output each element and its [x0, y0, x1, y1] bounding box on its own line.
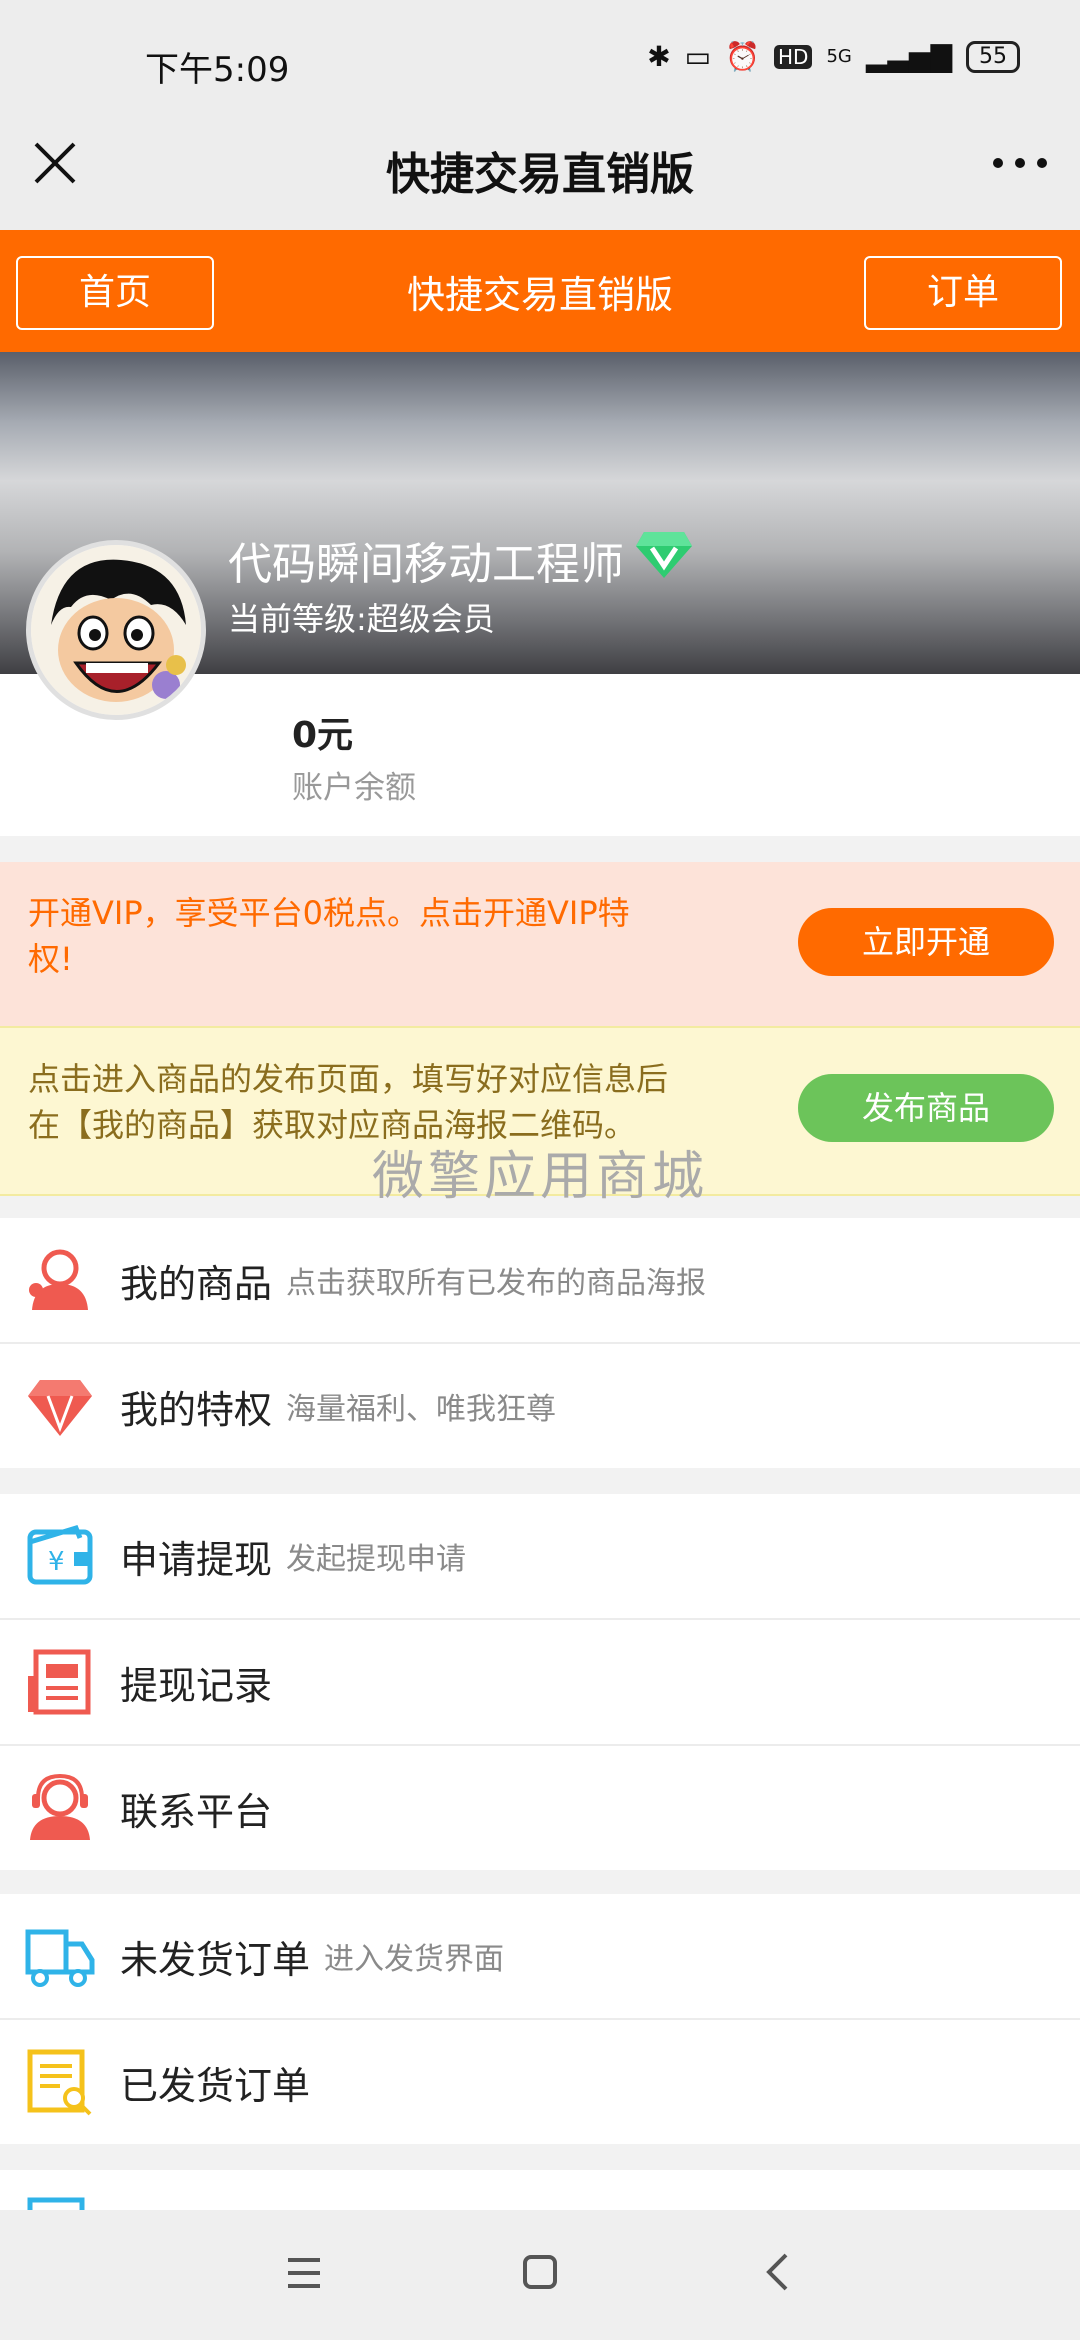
- menu-label: 申请提现: [120, 1537, 273, 1582]
- menu-item-unshipped[interactable]: 未发货订单 进入发货界面: [0, 1894, 1080, 2020]
- list-search-icon: [27, 2049, 92, 2116]
- balance-label: 账户余额: [292, 770, 416, 806]
- menu-label: 已发货订单: [120, 2063, 311, 2108]
- vibrate-icon: ▭: [684, 40, 712, 73]
- publish-goods-button[interactable]: 发布商品: [798, 1074, 1054, 1142]
- menu-sub: 海量福利、唯我狂尊: [286, 1392, 557, 1427]
- menu-label: 我的商品: [120, 1261, 273, 1306]
- menu-item-my-goods[interactable]: 我的商品 点击获取所有已发布的商品海报: [0, 1218, 1080, 1344]
- diamond-icon: [28, 1380, 92, 1436]
- orders-button[interactable]: 订单: [864, 256, 1062, 330]
- avatar[interactable]: [26, 540, 206, 720]
- bluetooth-icon: ✱: [647, 40, 671, 73]
- menu-group-withdraw: ¥ 申请提现 发起提现申请 提现记录 联系平台: [0, 1494, 1080, 1870]
- menu-group-orders: 未发货订单 进入发货界面 已发货订单: [0, 1894, 1080, 2144]
- hd-icon: HD: [774, 44, 813, 69]
- back-icon[interactable]: [764, 2252, 790, 2292]
- menu-item-privilege[interactable]: 我的特权 海量福利、唯我狂尊: [0, 1344, 1080, 1468]
- wallet-icon: ¥: [27, 1524, 93, 1585]
- menu-label: 我的特权: [120, 1387, 273, 1432]
- user-icon: [29, 1249, 88, 1310]
- menu-group-partial: [0, 2170, 1080, 2210]
- menu-sub: 进入发货界面: [324, 1942, 505, 1977]
- svg-text:¥: ¥: [48, 1547, 65, 1577]
- customer-service-icon: [30, 1773, 90, 1840]
- signal-icon: ▂▃▅▇: [865, 40, 952, 73]
- open-vip-button[interactable]: 立即开通: [798, 908, 1054, 976]
- menu-item-withdraw[interactable]: ¥ 申请提现 发起提现申请: [0, 1494, 1080, 1620]
- truck-icon: [25, 1929, 95, 1987]
- page-title: 快捷交易直销版: [386, 149, 694, 200]
- network-label: 5G: [826, 46, 852, 67]
- avatar-image: [31, 545, 201, 715]
- menu-group-goods: 我的商品 点击获取所有已发布的商品海报 我的特权 海量福利、唯我狂尊: [0, 1218, 1080, 1468]
- menu-sub: 点击获取所有已发布的商品海报: [286, 1266, 707, 1301]
- more-icon[interactable]: [990, 150, 1050, 176]
- menu-item-shipped[interactable]: 已发货订单: [0, 2020, 1080, 2144]
- menu-label: 未发货订单: [120, 1937, 311, 1982]
- vip-promo-text: 开通VIP，享受平台0税点。点击开通VIP特权!: [28, 894, 630, 978]
- menu-item-withdraw-log[interactable]: 提现记录: [0, 1620, 1080, 1746]
- menu-icon[interactable]: [286, 2256, 322, 2290]
- document-icon: [28, 1649, 91, 1715]
- balance-value: 0元: [292, 715, 354, 756]
- menu-sub: 发起提现申请: [286, 1542, 467, 1577]
- menu-label: 提现记录: [120, 1663, 273, 1708]
- menu-item-contact[interactable]: 联系平台: [0, 1746, 1080, 1870]
- user-name: 代码瞬间移动工程师: [228, 539, 624, 590]
- menu-label: 联系平台: [120, 1789, 273, 1834]
- system-nav-bar: [0, 2210, 1080, 2340]
- status-icons: ✱ ▭ ⏰ HD 5G ▂▃▅▇ 55: [647, 40, 1020, 73]
- diamond-badge-icon: [636, 532, 692, 578]
- alarm-icon: ⏰: [725, 40, 760, 73]
- partial-icon: [27, 2197, 85, 2210]
- status-time: 下午5:09: [145, 50, 290, 90]
- watermark: 微擎应用商城: [371, 1147, 708, 1207]
- battery-icon: 55: [966, 40, 1020, 73]
- member-level: 当前等级:超级会员: [228, 600, 495, 638]
- home-nav-icon[interactable]: [522, 2254, 558, 2290]
